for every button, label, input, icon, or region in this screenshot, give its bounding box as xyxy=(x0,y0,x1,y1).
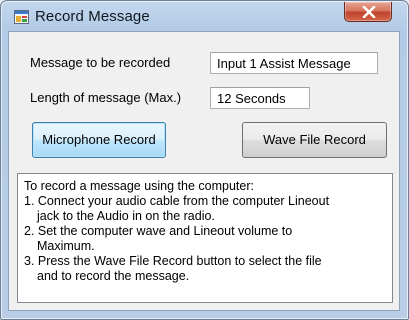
message-label: Message to be recorded xyxy=(30,55,171,70)
window-title: Record Message xyxy=(35,8,150,25)
window-app-icon xyxy=(14,10,29,24)
instruction-line: To record a message using the computer: xyxy=(24,179,254,193)
instruction-line: 2. Set the computer wave and Lineout vol… xyxy=(24,224,293,238)
title-bar[interactable]: Record Message xyxy=(1,1,408,31)
instruction-line: jack to the Audio in on the radio. xyxy=(37,209,215,223)
close-button[interactable] xyxy=(344,2,392,22)
record-message-window: Record Message Message to be recorded In… xyxy=(0,0,409,320)
instruction-line: Maximum. xyxy=(37,239,95,253)
wave-file-record-button[interactable]: Wave File Record xyxy=(242,122,387,158)
dialog-client-area: Message to be recorded Input 1 Assist Me… xyxy=(8,31,400,311)
length-input[interactable]: 12 Seconds xyxy=(210,87,310,109)
instruction-line: 3. Press the Wave File Record button to … xyxy=(24,254,322,268)
microphone-record-button[interactable]: Microphone Record xyxy=(32,122,166,158)
length-label: Length of message (Max.) xyxy=(30,90,182,105)
close-icon xyxy=(362,6,376,18)
message-input[interactable]: Input 1 Assist Message xyxy=(210,52,378,74)
instruction-line: and to record the message. xyxy=(37,269,190,283)
instruction-line: 1. Connect your audio cable from the com… xyxy=(24,194,330,208)
instructions-box: To record a message using the computer: … xyxy=(17,173,393,303)
